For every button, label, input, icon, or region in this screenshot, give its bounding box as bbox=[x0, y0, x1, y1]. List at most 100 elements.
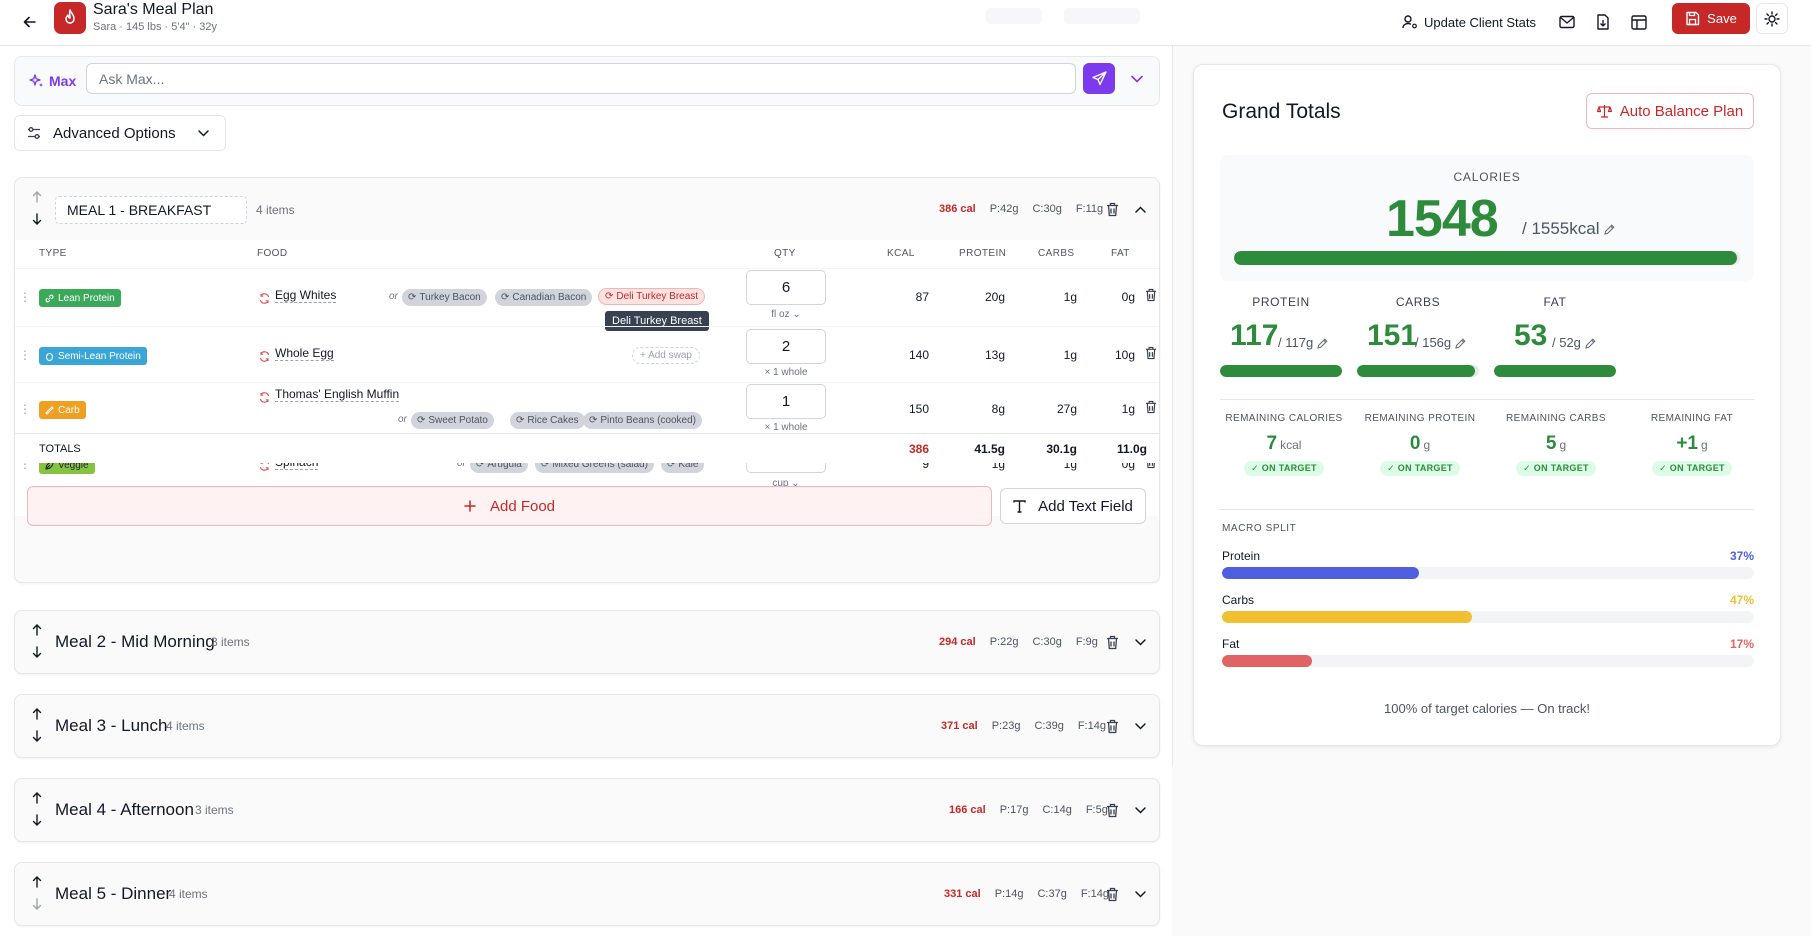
food-name[interactable]: Whole Egg bbox=[275, 346, 334, 361]
edit-protein-target-button[interactable] bbox=[1317, 338, 1328, 349]
theme-toggle-button[interactable] bbox=[1756, 3, 1788, 34]
swap-food-button[interactable] bbox=[258, 292, 270, 304]
food-name[interactable]: Thomas' English Muffin bbox=[275, 387, 400, 402]
save-button[interactable]: Save bbox=[1672, 3, 1750, 34]
expand-meal-button[interactable] bbox=[1131, 717, 1149, 735]
auto-balance-button[interactable]: Auto Balance Plan bbox=[1586, 93, 1754, 129]
food-protein: 20g bbox=[984, 290, 1005, 304]
drag-handle[interactable]: ⋮ bbox=[19, 290, 31, 304]
refresh-icon: ⟳ bbox=[408, 292, 417, 303]
delete-meal-button[interactable] bbox=[1103, 717, 1121, 735]
email-button[interactable] bbox=[1553, 8, 1581, 36]
swap-option-chip[interactable]: ⟳ Canadian Bacon bbox=[495, 289, 593, 306]
column-header-type: TYPE bbox=[39, 248, 67, 259]
move-up-button[interactable] bbox=[29, 619, 45, 641]
swap-option-chip[interactable]: ⟳ Rice Cakes bbox=[510, 412, 585, 429]
expand-meal-button[interactable] bbox=[1131, 801, 1149, 819]
pencil-icon bbox=[1317, 338, 1328, 349]
delete-meal-button[interactable] bbox=[1103, 200, 1121, 218]
delete-food-button[interactable] bbox=[1143, 345, 1159, 361]
delete-food-button[interactable] bbox=[1143, 287, 1159, 303]
macro-split-fill bbox=[1222, 655, 1313, 667]
chevron-down-icon bbox=[1134, 806, 1146, 814]
macro-label: PROTEIN bbox=[1252, 295, 1310, 309]
add-food-button[interactable]: Add Food bbox=[27, 486, 992, 526]
drag-handle[interactable]: ⋮ bbox=[19, 348, 31, 362]
edit-carbs-target-button[interactable] bbox=[1455, 338, 1466, 349]
remaining-fat: REMAINING FAT +1 g ✓ ON TARGET bbox=[1628, 413, 1756, 476]
swap-food-button[interactable] bbox=[258, 350, 270, 362]
drag-handle[interactable]: ⋮ bbox=[19, 402, 31, 416]
move-up-button[interactable] bbox=[29, 703, 45, 725]
meal-card-4: Meal 4 - Afternoon 3 items 166 cal P:17g C… bbox=[14, 778, 1160, 842]
unit-select[interactable]: fl oz ⌄ bbox=[746, 309, 826, 320]
move-down-button[interactable] bbox=[29, 809, 45, 831]
trash-icon bbox=[1145, 288, 1157, 302]
quantity-input[interactable]: 6 bbox=[746, 270, 826, 305]
export-pdf-button[interactable] bbox=[1589, 8, 1617, 36]
save-label: Save bbox=[1707, 11, 1737, 26]
move-up-button[interactable] bbox=[29, 871, 45, 893]
move-down-button[interactable] bbox=[29, 893, 45, 915]
meal-item-count: 3 items bbox=[211, 635, 250, 649]
back-button[interactable] bbox=[18, 10, 42, 34]
arrow-down-icon bbox=[32, 213, 42, 225]
meal-macro-summary: 294 cal P:22g C:30g F:9g bbox=[939, 611, 1098, 673]
meal-protein: P:14g bbox=[994, 888, 1024, 900]
meal-fat: F:14g bbox=[1077, 720, 1106, 732]
food-fat: 1g bbox=[1121, 402, 1135, 416]
unit-label: fl oz bbox=[771, 309, 790, 320]
swap-option-chip[interactable]: ⟳ Turkey Bacon bbox=[402, 289, 487, 306]
move-up-button[interactable] bbox=[29, 186, 45, 208]
macro-split-bar bbox=[1222, 567, 1754, 579]
update-client-stats-button[interactable]: Update Client Stats bbox=[1402, 8, 1536, 36]
move-down-button[interactable] bbox=[29, 641, 45, 663]
trash-icon bbox=[1145, 346, 1157, 360]
macro-progress-bar bbox=[1357, 365, 1479, 377]
food-name[interactable]: Egg Whites bbox=[275, 288, 337, 303]
expand-meal-button[interactable] bbox=[1131, 633, 1149, 651]
status-badge: ✓ ON TARGET bbox=[1380, 461, 1460, 476]
delete-meal-button[interactable] bbox=[1103, 885, 1121, 903]
add-text-field-button[interactable]: Add Text Field bbox=[1000, 488, 1146, 524]
layout-button[interactable] bbox=[1625, 8, 1653, 36]
edit-calorie-target-button[interactable] bbox=[1604, 224, 1615, 235]
max-expand-button[interactable] bbox=[1127, 69, 1147, 89]
add-swap-button[interactable]: + Add swap bbox=[632, 347, 700, 364]
edit-fat-target-button[interactable] bbox=[1584, 338, 1596, 349]
quantity-input[interactable]: 1 bbox=[746, 384, 826, 419]
food-carbs: 27g bbox=[1056, 402, 1077, 416]
send-button[interactable] bbox=[1083, 63, 1115, 94]
swap-option-chip[interactable]: ⟳ Pinto Beans (cooked) bbox=[583, 412, 703, 429]
collapse-meal-button[interactable] bbox=[1131, 200, 1149, 218]
meal-name[interactable]: Meal 4 - Afternoon bbox=[55, 800, 194, 820]
advanced-options-button[interactable]: Advanced Options bbox=[14, 115, 226, 151]
ask-max-input[interactable] bbox=[86, 63, 1076, 94]
divider bbox=[1220, 509, 1754, 510]
calories-target: / 1555kcal bbox=[1522, 219, 1615, 239]
delete-meal-button[interactable] bbox=[1103, 633, 1121, 651]
delete-meal-button[interactable] bbox=[1103, 801, 1121, 819]
meal-name[interactable]: Meal 2 - Mid Morning bbox=[55, 632, 215, 652]
move-down-button[interactable] bbox=[29, 208, 45, 230]
expand-meal-button[interactable] bbox=[1131, 885, 1149, 903]
swap-option-chip-active[interactable]: ⟳ Deli Turkey Breast bbox=[598, 288, 706, 305]
arrow-up-icon bbox=[32, 624, 42, 636]
quantity-input[interactable]: 2 bbox=[746, 329, 826, 364]
unit-label: × 1 whole bbox=[764, 422, 808, 433]
chevron-down-icon bbox=[1134, 722, 1146, 730]
move-up-button[interactable] bbox=[29, 787, 45, 809]
swap-option-chip[interactable]: ⟳ Sweet Potato bbox=[411, 412, 494, 429]
meal-name[interactable]: Meal 3 - Lunch bbox=[55, 716, 167, 736]
delete-food-button[interactable] bbox=[1143, 399, 1159, 415]
meal-name[interactable]: Meal 5 - Dinner bbox=[55, 884, 171, 904]
table-row: ⋮ Lean Protein Egg Whites or ⟳ Turkey Bac… bbox=[15, 268, 1159, 331]
grand-totals-title: Grand Totals bbox=[1222, 100, 1341, 123]
flame-icon bbox=[65, 9, 75, 24]
client-summary: Sara · 145 lbs · 5'4" · 32y bbox=[93, 21, 218, 33]
meal-name-input[interactable]: MEAL 1 - BREAKFAST bbox=[55, 196, 247, 224]
move-down-button[interactable] bbox=[29, 725, 45, 747]
column-header-carbs: CARBS bbox=[1038, 248, 1075, 259]
meal-carbs: C:14g bbox=[1042, 804, 1072, 816]
swap-food-button[interactable] bbox=[258, 391, 270, 403]
